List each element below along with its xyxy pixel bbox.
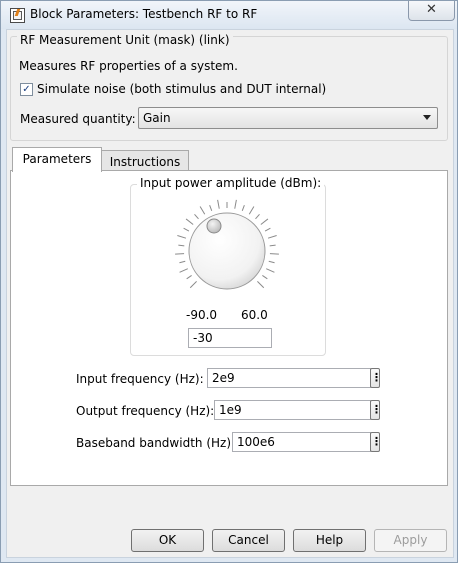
more-options-icon: ⋮	[371, 371, 382, 384]
dial-tick	[199, 206, 206, 215]
dial-tick	[178, 244, 185, 247]
dial-tick	[257, 281, 265, 289]
dial-indicator	[206, 218, 222, 234]
input-frequency-label: Input frequency (Hz):	[76, 372, 204, 386]
dial-tick	[262, 275, 268, 280]
dial-knob-icon	[188, 212, 266, 290]
dial-tick	[255, 213, 260, 220]
output-frequency-more-button[interactable]: ⋮	[370, 400, 382, 420]
dial-tick	[267, 235, 277, 239]
output-frequency-field[interactable]: 1e9	[214, 400, 371, 420]
input-frequency-field[interactable]: 2e9	[207, 368, 371, 388]
input-power-dial[interactable]	[172, 196, 282, 306]
checkbox-check-icon: ✓	[22, 84, 31, 95]
dial-tick	[177, 235, 187, 239]
dial-tick	[175, 253, 185, 255]
mask-description: Measures RF properties of a system.	[19, 59, 238, 73]
dial-tick	[189, 281, 197, 289]
input-power-label: Input power amplitude (dBm):	[137, 176, 325, 190]
dial-tick	[183, 227, 190, 232]
simulate-noise-label[interactable]: Simulate noise (both stimulus and DUT in…	[37, 82, 326, 96]
dial-tick	[209, 205, 213, 211]
dial-tick	[268, 260, 275, 264]
dial-tick	[266, 268, 275, 273]
help-button[interactable]: Help	[293, 529, 366, 552]
measured-quantity-label: Measured quantity:	[20, 112, 136, 126]
dial-tick	[179, 260, 186, 264]
dial-tick	[185, 218, 194, 225]
simulate-noise-checkbox[interactable]: ✓	[20, 83, 33, 96]
dropdown-arrow-icon	[423, 115, 431, 120]
more-options-icon: ⋮	[371, 403, 382, 416]
dial-tick	[241, 205, 245, 211]
baseband-bandwidth-label: Baseband bandwidth (Hz):	[76, 436, 236, 450]
close-icon: ✕	[426, 2, 437, 17]
dial-tick	[186, 275, 192, 280]
measured-quantity-value: Gain	[143, 111, 171, 125]
dial-min-label: -90.0	[186, 308, 218, 322]
input-power-field[interactable]: -30	[188, 328, 272, 348]
tab-parameters[interactable]: Parameters	[12, 147, 102, 172]
dial-tick	[269, 244, 276, 247]
close-button[interactable]: ✕	[408, 1, 455, 21]
apply-button[interactable]: Apply	[374, 529, 447, 552]
input-frequency-more-button[interactable]: ⋮	[370, 368, 382, 388]
dial-tick	[194, 213, 199, 220]
ok-button[interactable]: OK	[131, 529, 204, 552]
dial-tick	[260, 218, 269, 225]
window-title: Block Parameters: Testbench RF to RF	[30, 7, 258, 21]
measured-quantity-select[interactable]: Gain	[138, 107, 438, 129]
baseband-bandwidth-field[interactable]: 100e6	[232, 432, 371, 452]
output-frequency-label: Output frequency (Hz):	[76, 404, 215, 418]
dial-tick	[248, 206, 255, 215]
title-bar[interactable]: Block Parameters: Testbench RF to RF ✕	[1, 1, 457, 29]
app-icon	[10, 8, 25, 23]
mask-title: RF Measurement Unit (mask) (link)	[17, 33, 233, 47]
baseband-bandwidth-more-button[interactable]: ⋮	[370, 432, 382, 452]
dial-max-label: 60.0	[241, 308, 268, 322]
dial-tick	[217, 199, 220, 209]
dial-tick	[179, 268, 188, 273]
dial-tick	[234, 199, 237, 209]
dial-tick	[269, 253, 279, 255]
cancel-button[interactable]: Cancel	[212, 529, 285, 552]
dial-tick	[264, 227, 271, 232]
more-options-icon: ⋮	[371, 435, 382, 448]
